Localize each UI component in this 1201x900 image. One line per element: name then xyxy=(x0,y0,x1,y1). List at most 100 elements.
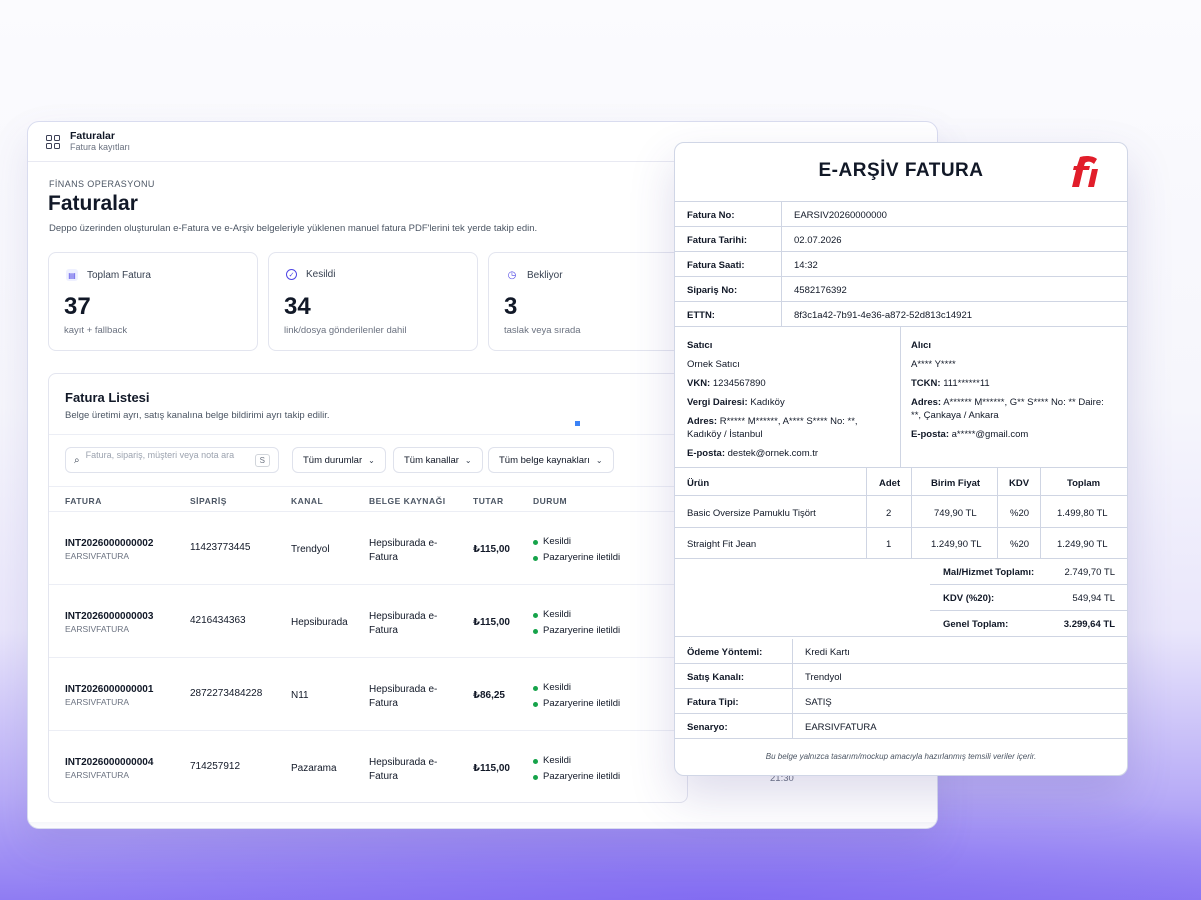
tax-office-label: Vergi Dairesi: xyxy=(687,397,748,408)
meta-row: Fatura Tipi: SATIŞ xyxy=(675,689,1127,714)
buyer-name: A**** Y**** xyxy=(911,359,956,370)
total-value: 2.749,70 TL xyxy=(1064,567,1115,578)
invoice-field-row: Fatura No: EARSIV20260000000 xyxy=(675,202,1127,227)
field-label: Fatura Tarihi: xyxy=(687,235,747,246)
order-number: 2872273484228 xyxy=(190,688,263,699)
list-title: Fatura Listesi xyxy=(65,390,150,405)
stat-caption: link/dosya gönderilenler dahil xyxy=(284,325,407,336)
stat-value: 3 xyxy=(504,293,518,320)
status-badge: Kesildi xyxy=(533,534,620,550)
invoice-number[interactable]: INT2026000000001 xyxy=(65,684,153,695)
meta-row: Ödeme Yöntemi: Kredi Kartı xyxy=(675,639,1127,664)
status-filter-label: Tüm durumlar xyxy=(303,454,363,466)
product-unit-price: 749,90 TL xyxy=(934,508,977,519)
column-header[interactable]: BELGE KAYNAĞI xyxy=(369,496,446,506)
field-value: EARSIV20260000000 xyxy=(794,210,887,221)
search-placeholder: Fatura, sipariş, müşteri veya nota ara xyxy=(85,451,235,460)
source-line: Hepsiburada e- xyxy=(369,538,438,549)
amount: ₺115,00 xyxy=(473,544,510,555)
invoice-number[interactable]: INT2026000000002 xyxy=(65,538,153,549)
seller-block: Satıcı Ornek Satıcı VKN: 1234567890 Verg… xyxy=(675,327,901,468)
column-header[interactable]: TUTAR xyxy=(473,496,504,506)
source-line: Fatura xyxy=(369,625,398,636)
product-column-header: Adet xyxy=(879,478,901,489)
stat-caption: kayıt + fallback xyxy=(64,325,128,336)
field-label: Fatura Saati: xyxy=(687,260,745,271)
stat-label: Toplam Fatura xyxy=(87,269,151,281)
chevron-down-icon: ⌄ xyxy=(368,455,375,465)
seller-email-label: E-posta: xyxy=(687,448,725,459)
stat-card-total: ▤ Toplam Fatura 37 kayıt + fallback xyxy=(48,252,258,351)
invoice-type: EARSIVFATURA xyxy=(65,697,130,707)
invoice-field-row: Fatura Saati: 14:32 xyxy=(675,252,1127,277)
stat-label: Bekliyor xyxy=(527,269,563,281)
field-label: ETTN: xyxy=(687,310,715,321)
page-description: Deppo üzerinden oluşturulan e-Fatura ve … xyxy=(49,223,538,234)
vkn-value: 1234567890 xyxy=(712,378,766,389)
invoice-field-row: Sipariş No: 4582176392 xyxy=(675,277,1127,302)
source-filter[interactable]: Tüm belge kaynakları ⌄ xyxy=(488,447,614,473)
search-input[interactable]: ⌕ Fatura, sipariş, müşteri veya nota ara… xyxy=(65,447,279,473)
tckn-label: TCKN: xyxy=(911,378,941,389)
table-row[interactable]: INT2026000000001 EARSIVFATURA 28722734842… xyxy=(49,658,687,731)
field-label: Fatura No: xyxy=(687,210,735,221)
amount: ₺86,25 xyxy=(473,690,505,701)
page-eyebrow: FİNANS OPERASYONU xyxy=(49,179,155,189)
channel: N11 xyxy=(291,690,309,701)
product-vat: %20 xyxy=(1010,539,1030,550)
invoice-type: EARSIVFATURA xyxy=(65,551,130,561)
status-badge: Kesildi xyxy=(533,680,620,696)
status-filter[interactable]: Tüm durumlar ⌄ xyxy=(292,447,386,473)
invoice-field-row: ETTN: 8f3c1a42-7b91-4e36-a872-52d813c1492… xyxy=(675,302,1127,327)
table-row[interactable]: INT2026000000004 EARSIVFATURA 714257912 P… xyxy=(49,731,687,802)
seller-address-label: Adres: xyxy=(687,416,718,427)
grand-total-row: Genel Toplam: 3.299,64 TL xyxy=(930,611,1127,637)
table-row[interactable]: INT2026000000002 EARSIVFATURA 11423773445… xyxy=(49,512,687,585)
source-line: Fatura xyxy=(369,698,398,709)
invoice-field-row: Fatura Tarihi: 02.07.2026 xyxy=(675,227,1127,252)
total-label: Mal/Hizmet Toplamı: xyxy=(943,567,1035,578)
order-number: 11423773445 xyxy=(190,542,251,553)
field-value: 14:32 xyxy=(794,260,818,271)
column-header[interactable]: SİPARİŞ xyxy=(190,496,227,506)
source-line: Fatura xyxy=(369,552,398,563)
status-badge: Pazaryerine iletildi xyxy=(533,623,620,639)
product-column-header: KDV xyxy=(1009,478,1030,489)
channel: Pazarama xyxy=(291,763,337,774)
seller-name: Ornek Satıcı xyxy=(687,359,740,370)
buyer-heading: Alıcı xyxy=(911,340,932,351)
source-line: Fatura xyxy=(369,771,398,782)
disclaimer: Bu belge yalnızca tasarım/mockup amacıyl… xyxy=(765,752,1037,761)
invoice-title: E-ARŞİV FATURA xyxy=(818,160,984,181)
amount: ₺115,00 xyxy=(473,763,510,774)
column-header[interactable]: KANAL xyxy=(291,496,323,506)
totals-row: Mal/Hizmet Toplamı: 2.749,70 TL xyxy=(930,559,1127,585)
invoice-number[interactable]: INT2026000000004 xyxy=(65,757,153,768)
buyer-email: a*****@gmail.com xyxy=(951,429,1029,440)
invoice-type: EARSIVFATURA xyxy=(65,770,130,780)
channel-filter[interactable]: Tüm kanallar ⌄ xyxy=(393,447,483,473)
total-value: 549,94 TL xyxy=(1072,593,1115,604)
channel: Hepsiburada xyxy=(291,617,348,628)
meta-value: Kredi Kartı xyxy=(805,647,850,658)
grid-icon[interactable] xyxy=(46,134,60,149)
table-row[interactable]: INT2026000000003 EARSIVFATURA 4216434363 … xyxy=(49,585,687,658)
stat-card-pending: ◷ Bekliyor 3 taslak veya sırada xyxy=(488,252,698,351)
stat-card-issued: ✓ Kesildi 34 link/dosya gönderilenler dah… xyxy=(268,252,478,351)
column-header[interactable]: DURUM xyxy=(533,496,567,506)
product-table: Ürün Adet Birim Fiyat KDV Toplam Basic O… xyxy=(675,468,1127,559)
meta-label: Fatura Tipi: xyxy=(687,697,739,708)
meta-label: Satış Kanalı: xyxy=(687,672,745,683)
window-title: Faturalar xyxy=(70,130,115,142)
invoice-number[interactable]: INT2026000000003 xyxy=(65,611,153,622)
faded-row xyxy=(28,822,937,828)
product-qty: 2 xyxy=(886,508,892,519)
grand-total-value: 3.299,64 TL xyxy=(1063,619,1115,630)
total-label: KDV (%20): xyxy=(943,593,995,604)
status-badge: Kesildi xyxy=(533,607,620,623)
meta-label: Ödeme Yöntemi: xyxy=(687,647,763,658)
column-header[interactable]: FATURA xyxy=(65,496,102,506)
status-badge: Pazaryerine iletildi xyxy=(533,696,620,712)
vkn-label: VKN: xyxy=(687,378,711,389)
buyer-block: Alıcı A**** Y**** TCKN: 111******11 Adre… xyxy=(901,327,1127,468)
